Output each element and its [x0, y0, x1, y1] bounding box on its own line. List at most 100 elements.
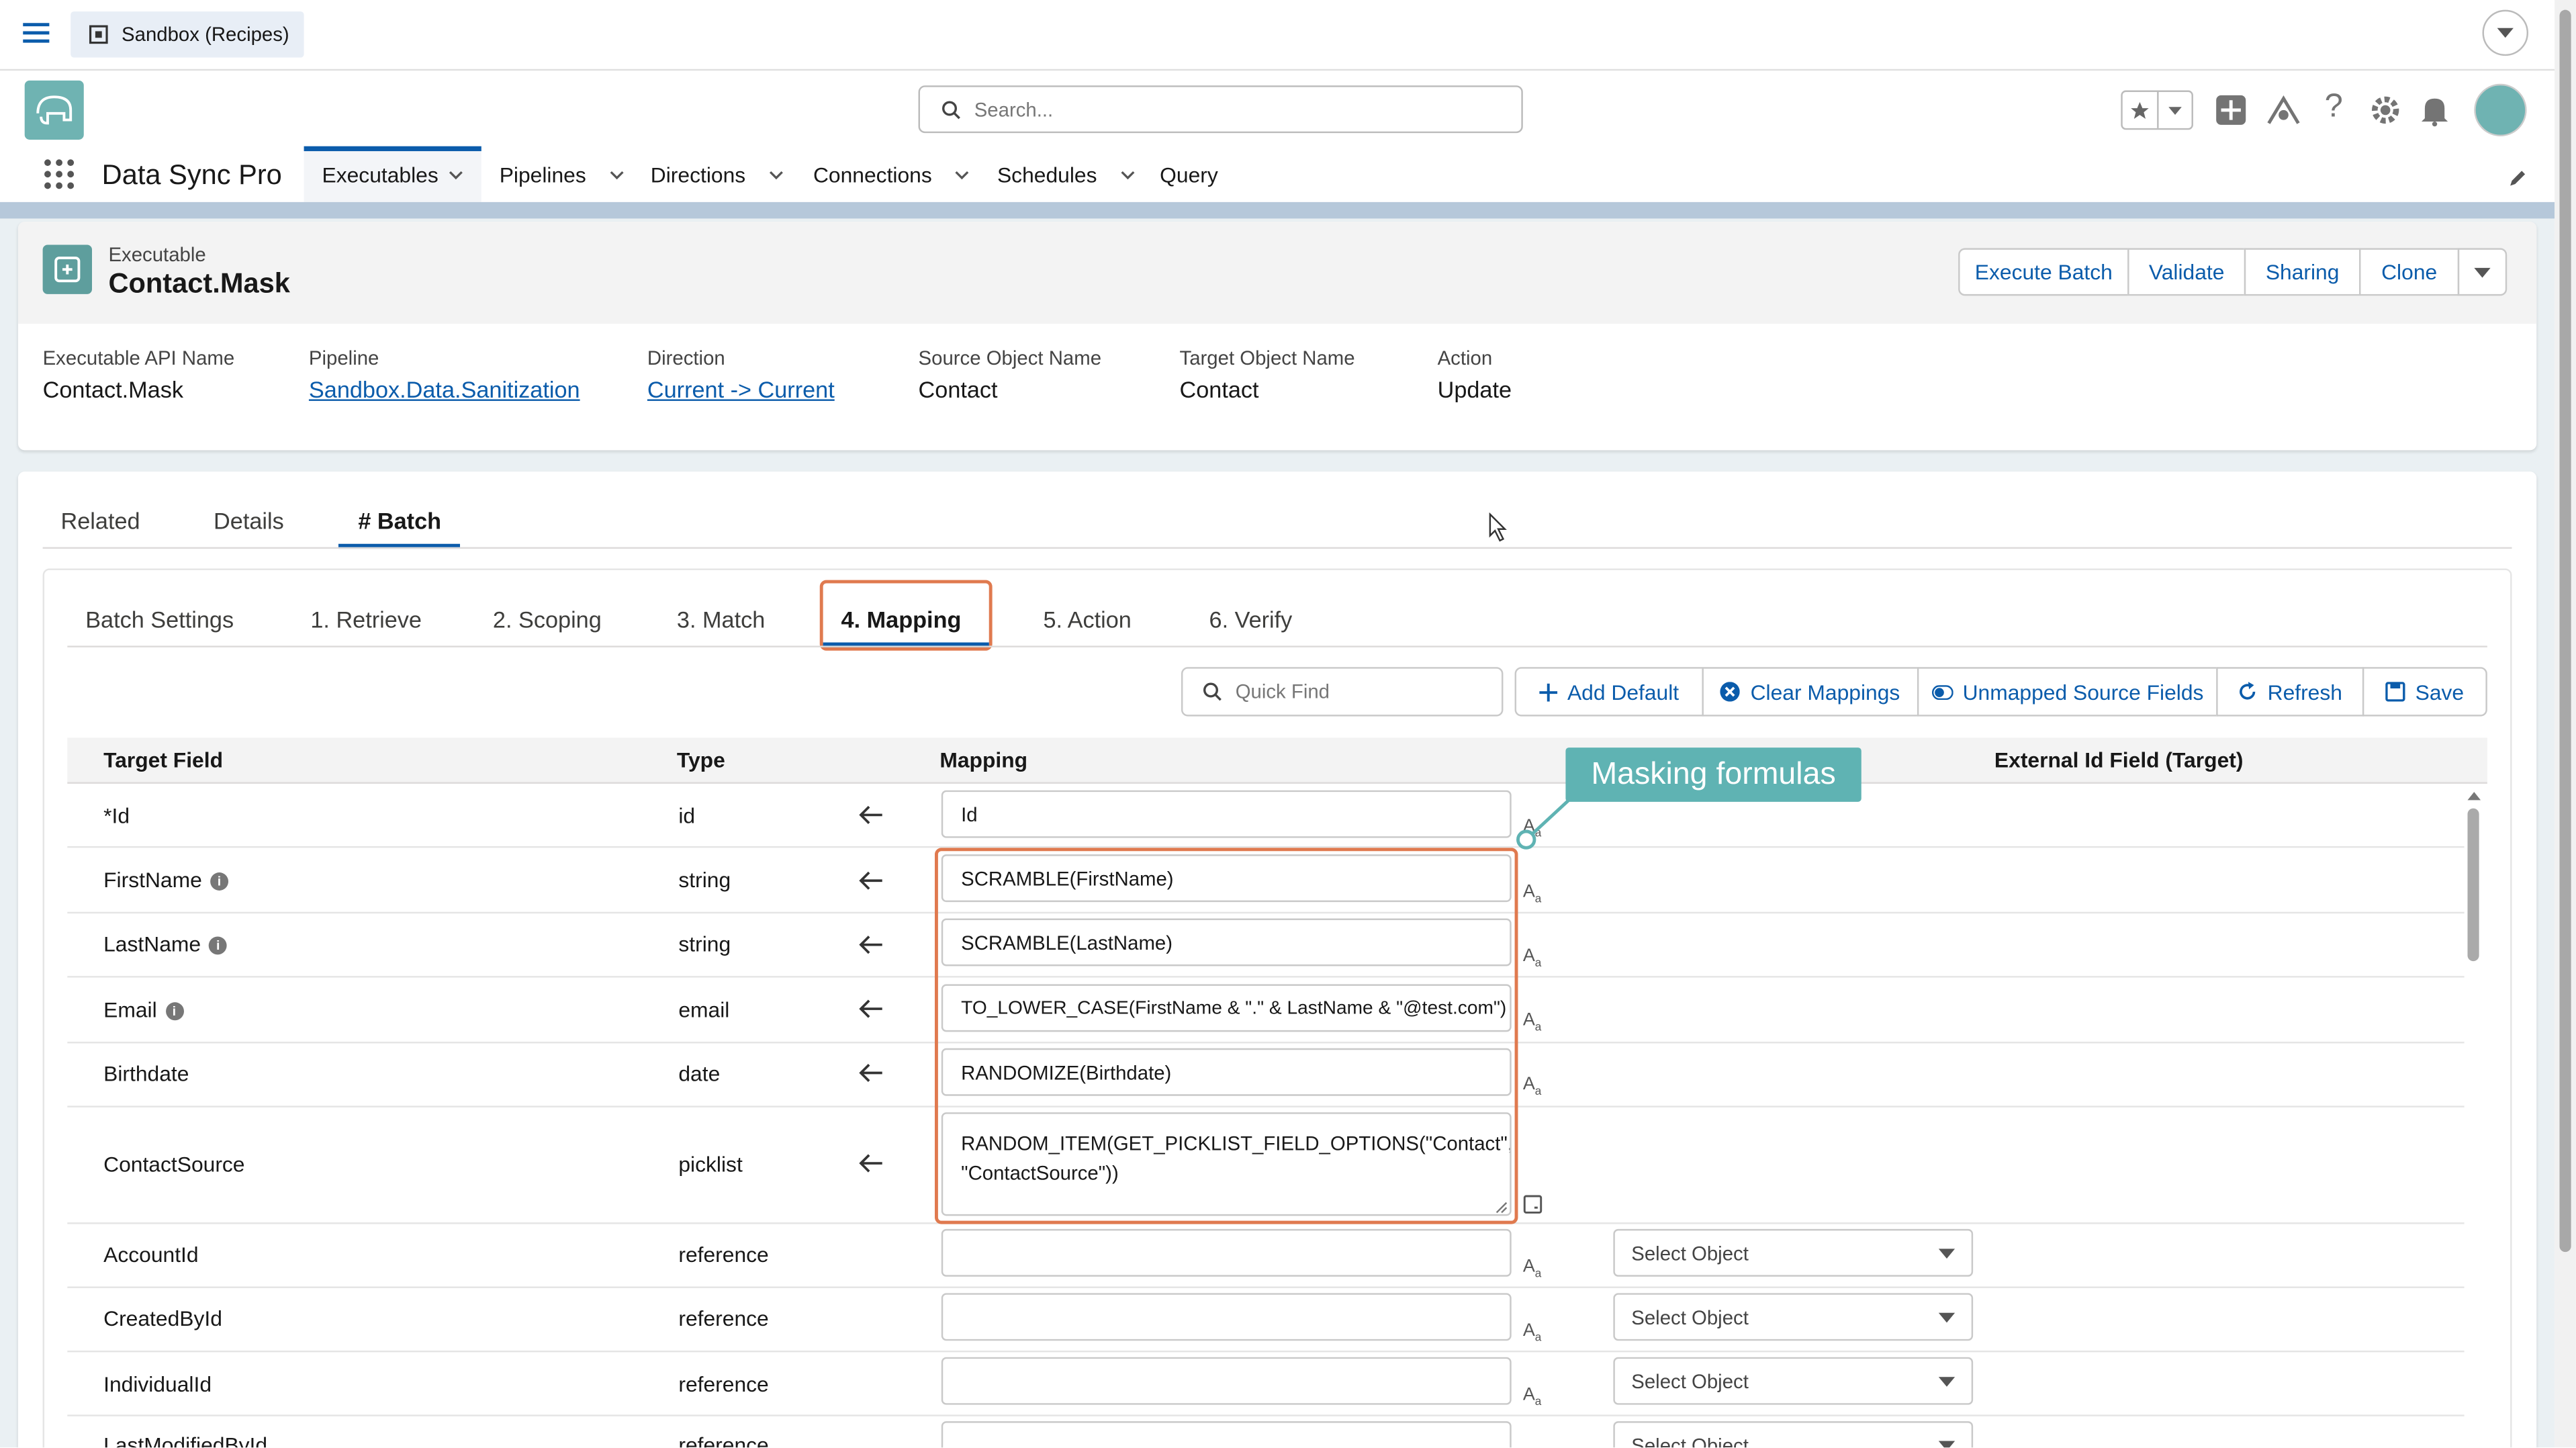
record-icon	[42, 244, 92, 294]
table-row-field: IndividualId	[103, 1371, 212, 1397]
nav-tab-connections[interactable]: Connections	[813, 163, 970, 187]
formula-toggle-icon[interactable]: Aa	[1523, 1075, 1542, 1098]
mapping-input[interactable]	[941, 1228, 1512, 1277]
formula-toggle-icon[interactable]: Aa	[1523, 1257, 1542, 1280]
direction-link[interactable]: Current -> Current	[647, 376, 835, 402]
chevron-down-icon	[1938, 1312, 1956, 1322]
field-label: Target Object Name	[1179, 347, 1355, 370]
pipeline-link[interactable]: Sandbox.Data.Sanitization	[309, 376, 580, 402]
tab-details[interactable]: Details	[214, 508, 284, 534]
hamburger-menu-icon[interactable]	[23, 23, 50, 46]
table-scrollbar[interactable]	[2466, 785, 2482, 1447]
tab-batch[interactable]: # Batch	[358, 508, 441, 534]
mapping-input[interactable]	[941, 1421, 1512, 1448]
scroll-up-icon[interactable]	[2466, 788, 2482, 802]
formula-toggle-icon[interactable]: Aa	[1523, 883, 1542, 906]
page-scrollbar-thumb[interactable]	[2559, 9, 2571, 1253]
clear-mappings-label: Clear Mappings	[1750, 679, 1900, 705]
info-icon[interactable]: i	[210, 872, 228, 891]
field-name: Email	[103, 997, 157, 1022]
page-scrollbar[interactable]	[2555, 0, 2576, 1448]
field-label: Executable API Name	[42, 347, 235, 370]
subtab-match[interactable]: 3. Match	[677, 606, 765, 633]
mapping-input[interactable]	[941, 1293, 1512, 1341]
favorites-button[interactable]	[2121, 90, 2193, 130]
mapping-input[interactable]	[941, 1357, 1512, 1405]
chevron-down-icon[interactable]	[955, 168, 970, 183]
field-label: Direction	[647, 347, 725, 370]
refresh-button[interactable]: Refresh	[2216, 667, 2364, 717]
select-object-dropdown[interactable]: Select Object	[1613, 1357, 1974, 1405]
subtabs-divider	[67, 645, 2487, 647]
arrow-left-icon	[859, 871, 882, 890]
subtab-retrieve[interactable]: 1. Retrieve	[310, 606, 422, 633]
chevron-down-icon[interactable]	[768, 168, 783, 183]
nav-tab-schedules[interactable]: Schedules	[997, 163, 1135, 187]
unmapped-source-fields-button[interactable]: Unmapped Source Fields	[1917, 667, 2218, 717]
nav-tab-label: Pipelines	[499, 163, 586, 187]
more-actions-button[interactable]	[2457, 248, 2508, 296]
formula-toggle-icon[interactable]: Aa	[1523, 1321, 1542, 1345]
formula-toggle-icon[interactable]: Aa	[1523, 946, 1542, 970]
clone-label: Clone	[2381, 259, 2438, 285]
global-search-input[interactable]: Search...	[918, 85, 1523, 134]
table-row-field: LastModifiedById	[103, 1433, 268, 1448]
sharing-button[interactable]: Sharing	[2244, 248, 2361, 296]
table-row-type: reference	[678, 1242, 769, 1267]
help-icon[interactable]: ?	[2325, 89, 2343, 126]
save-icon	[2385, 682, 2405, 702]
execute-batch-button[interactable]: Execute Batch	[1958, 248, 2129, 296]
subtab-mapping[interactable]: 4. Mapping	[841, 606, 962, 633]
user-avatar[interactable]	[2474, 83, 2527, 137]
info-icon[interactable]: i	[209, 936, 228, 955]
formula-toggle-icon[interactable]: Aa	[1523, 1011, 1542, 1034]
table-row-type: date	[678, 1061, 721, 1087]
subtab-batch-settings[interactable]: Batch Settings	[85, 606, 234, 633]
nav-tab-pipelines[interactable]: Pipelines	[500, 163, 624, 187]
org-tab[interactable]: Sandbox (Recipes)	[71, 11, 304, 58]
field-action: Action Update	[1438, 347, 1512, 402]
subtab-verify[interactable]: 6. Verify	[1209, 606, 1293, 633]
table-row-field: FirstName i	[103, 868, 228, 892]
select-object-dropdown[interactable]: Select Object	[1613, 1293, 1974, 1341]
nav-tab-query[interactable]: Query	[1160, 163, 1218, 187]
table-scrollbar-thumb[interactable]	[2467, 808, 2479, 962]
edit-nav-icon[interactable]	[2509, 168, 2528, 187]
validate-button[interactable]: Validate	[2127, 248, 2246, 296]
tab-related[interactable]: Related	[61, 508, 140, 534]
nav-tab-label: Executables	[322, 163, 439, 187]
global-dropdown-button[interactable]	[2482, 9, 2529, 56]
nav-tab-directions[interactable]: Directions	[651, 163, 784, 187]
chevron-down-icon[interactable]	[609, 168, 624, 183]
clone-button[interactable]: Clone	[2359, 248, 2460, 296]
add-icon[interactable]	[2215, 93, 2248, 126]
select-object-dropdown[interactable]: Select Object	[1613, 1421, 1974, 1448]
mapping-input[interactable]: Id	[941, 790, 1512, 838]
app-launcher-icon[interactable]	[43, 158, 76, 191]
arrow-left-icon	[859, 1063, 882, 1083]
table-row-field: ContactSource	[103, 1151, 245, 1177]
subtab-scoping[interactable]: 2. Scoping	[493, 606, 602, 633]
callout-label: Masking formulas	[1591, 756, 1836, 791]
masking-formulas-callout: Masking formulas	[1565, 748, 1861, 802]
table-row-type: picklist	[678, 1151, 743, 1177]
save-button[interactable]: Save	[2362, 667, 2487, 717]
subtab-action[interactable]: 5. Action	[1043, 606, 1131, 633]
chevron-down-icon[interactable]	[448, 168, 463, 183]
table-row-field: Birthdate	[103, 1061, 189, 1087]
trailhead-icon[interactable]	[2266, 93, 2302, 126]
save-label: Save	[2415, 679, 2465, 705]
gear-icon[interactable]	[2369, 93, 2402, 126]
expand-editor-icon[interactable]	[1523, 1195, 1543, 1214]
formula-toggle-icon[interactable]: Aa	[1523, 1385, 1542, 1408]
info-icon[interactable]: i	[165, 1002, 183, 1021]
clear-mappings-button[interactable]: Clear Mappings	[1702, 667, 1919, 717]
add-default-button[interactable]: Add Default	[1514, 667, 1704, 717]
field-name: LastName	[103, 932, 201, 956]
field-value: Contact.Mask	[42, 376, 184, 403]
nav-tab-executables[interactable]: Executables	[322, 163, 463, 187]
select-object-dropdown[interactable]: Select Object	[1613, 1228, 1974, 1277]
chevron-down-icon[interactable]	[1120, 168, 1135, 183]
bell-icon[interactable]	[2420, 93, 2450, 127]
quick-find-input[interactable]: Quick Find	[1181, 667, 1504, 717]
